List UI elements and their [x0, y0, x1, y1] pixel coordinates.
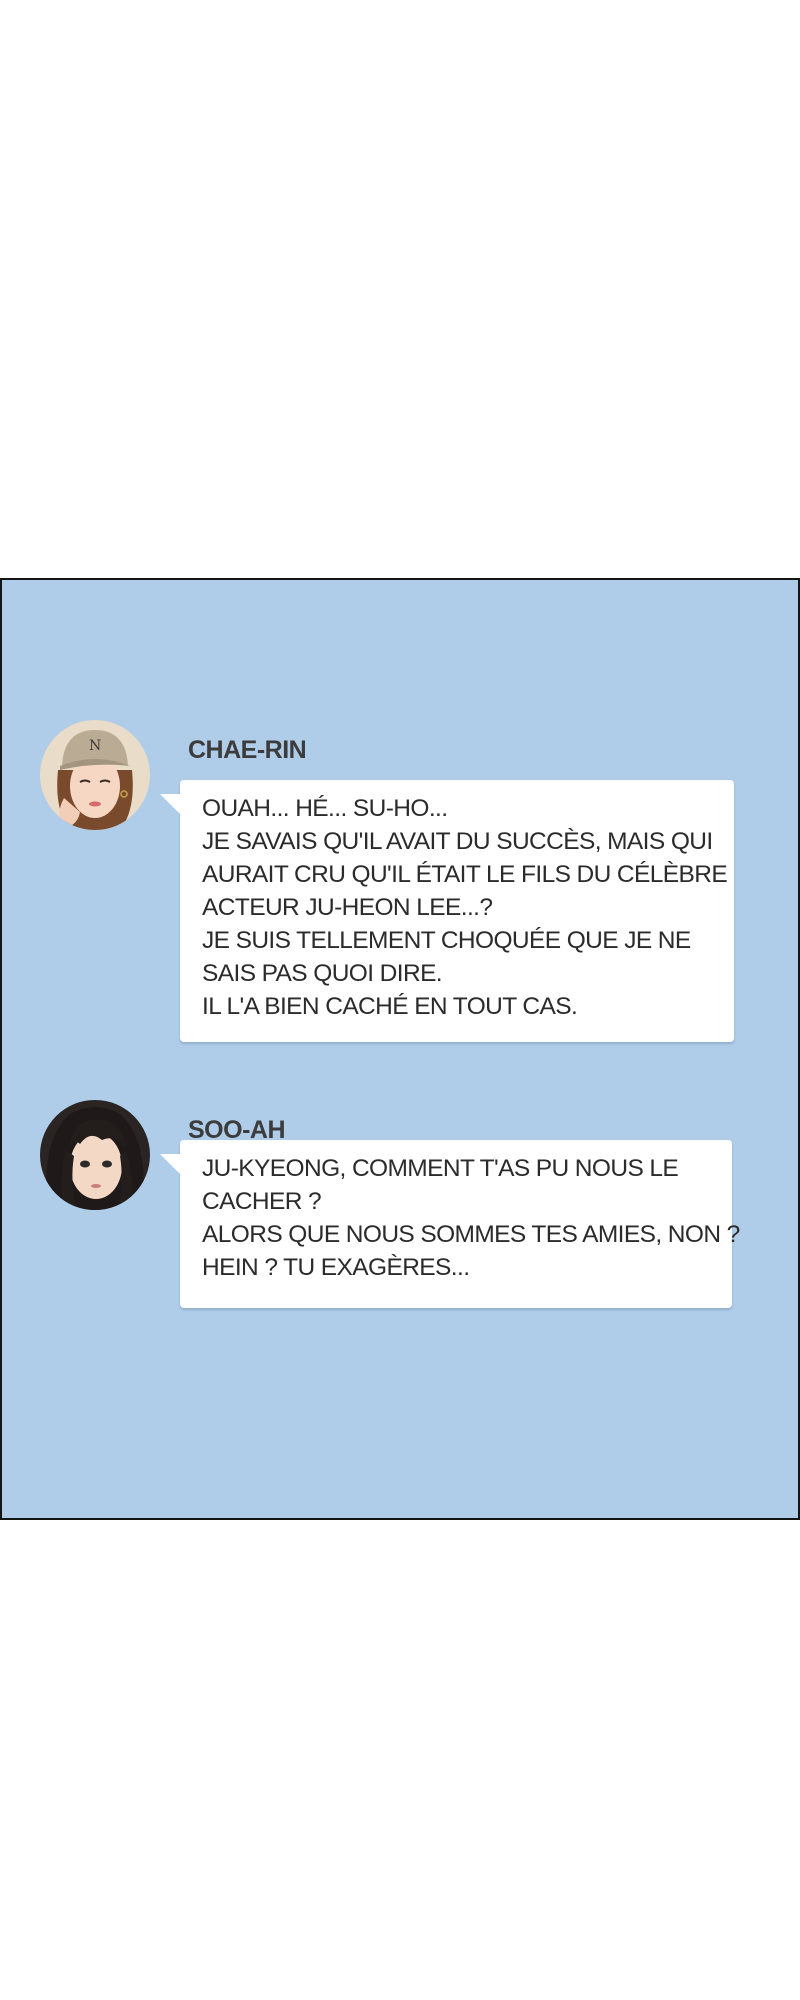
message-line: HEIN ? TU EXAGÈRES... [202, 1254, 470, 1281]
message-line: JE SAVAIS QU'IL AVAIT DU SUCCÈS, MAIS QU… [202, 828, 713, 855]
woman-dark-hair-avatar-icon[interactable] [40, 1100, 150, 1210]
message-line: ALORS QUE NOUS SOMMES TES AMIES, NON ? [202, 1221, 740, 1248]
woman-in-cap-avatar-icon[interactable]: N [40, 720, 150, 830]
message-line: AURAIT CRU QU'IL ÉTAIT LE FILS DU CÉLÈBR… [202, 861, 728, 888]
message-line: SAIS PAS QUOI DIRE. [202, 960, 443, 987]
message-line: ACTEUR JU-HEON LEE...? [202, 894, 493, 921]
message-line: CACHER ? [202, 1188, 322, 1215]
message-line: JE SUIS TELLEMENT CHOQUÉE QUE JE NE [202, 927, 691, 954]
message-line: IL L'A BIEN CACHÉ EN TOUT CAS. [202, 993, 578, 1020]
message-bubble: JU-KYEONG, COMMENT T'AS PU NOUS LE CACHE… [160, 1140, 740, 1308]
sender-name: CHAE-RIN [188, 736, 307, 764]
page: N CHAE-RIN OUAH... HÉ... SU-HO... JE SAV… [0, 0, 800, 2000]
message-bubble: OUAH... HÉ... SU-HO... JE SAVAIS QU'IL A… [160, 780, 734, 1042]
message-line: OUAH... HÉ... SU-HO... [202, 795, 448, 822]
chat-panel: N CHAE-RIN OUAH... HÉ... SU-HO... JE SAV… [0, 578, 800, 1520]
message-line: JU-KYEONG, COMMENT T'AS PU NOUS LE [202, 1155, 679, 1182]
svg-text:N: N [89, 738, 101, 754]
